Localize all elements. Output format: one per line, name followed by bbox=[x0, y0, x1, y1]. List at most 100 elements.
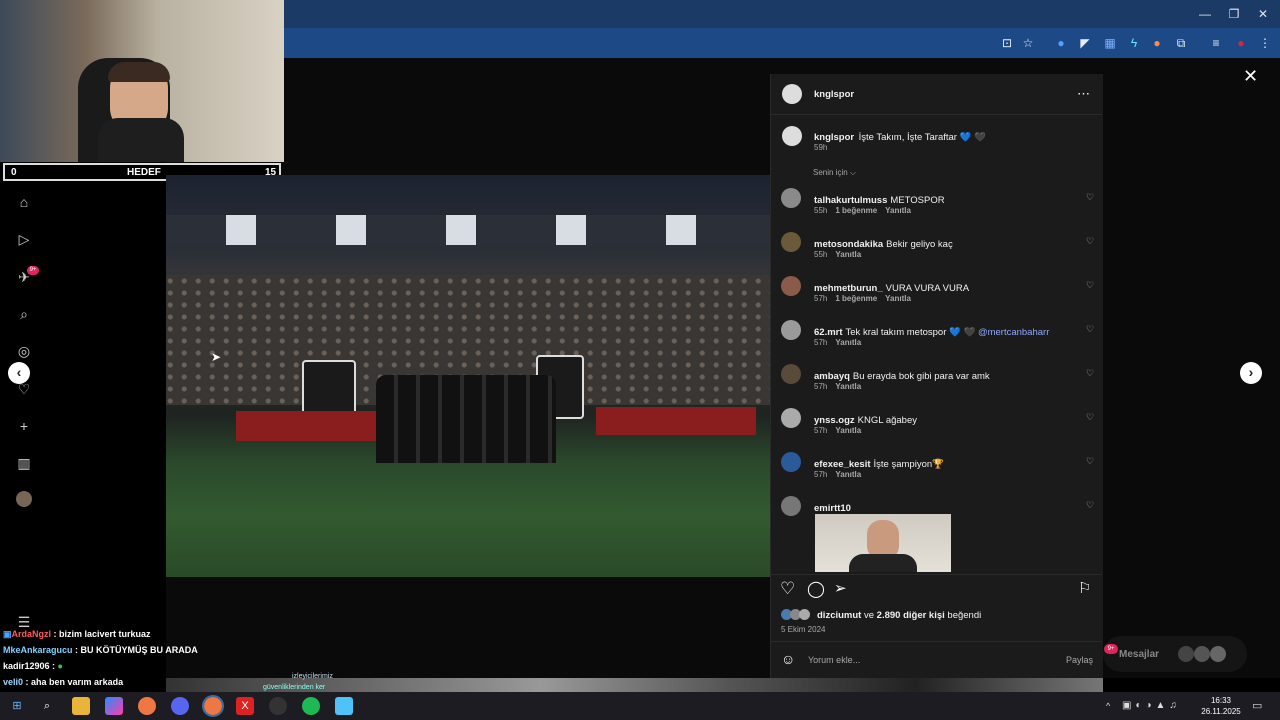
emoji-icon[interactable]: ☺ bbox=[781, 651, 795, 667]
previous-post-arrow[interactable]: ‹ bbox=[8, 362, 30, 384]
profile-icon[interactable]: ● bbox=[1232, 34, 1250, 52]
commenter-avatar[interactable] bbox=[781, 320, 801, 340]
commenter-avatar[interactable] bbox=[781, 232, 801, 252]
chat-emote-icon: ● bbox=[57, 661, 63, 671]
save-icon[interactable]: ⚐ bbox=[1078, 579, 1091, 597]
comment-like-icon[interactable]: ♡ bbox=[1086, 280, 1094, 291]
search-icon[interactable]: ⌕ bbox=[14, 304, 34, 324]
file-explorer-icon[interactable] bbox=[72, 697, 90, 715]
comment-username[interactable]: metosondakika bbox=[814, 239, 883, 250]
comment-like-icon[interactable]: ♡ bbox=[1086, 236, 1094, 247]
comment-like-icon[interactable]: ♡ bbox=[1086, 500, 1094, 511]
ad-board bbox=[596, 407, 756, 435]
comment-likes[interactable]: 1 beğenme bbox=[835, 294, 877, 303]
comment-username[interactable]: mehmetburun_ bbox=[814, 283, 883, 294]
home-icon[interactable]: ⌂ bbox=[14, 192, 34, 212]
comment-username[interactable]: talhakurtulmuss bbox=[814, 195, 887, 206]
extension-icon[interactable]: ● bbox=[1052, 34, 1070, 52]
author-username[interactable]: knglspor bbox=[814, 89, 854, 100]
comment-image[interactable] bbox=[815, 514, 951, 572]
comment-input[interactable]: Yorum ekle... bbox=[808, 655, 860, 665]
caption-username[interactable]: knglspor bbox=[814, 132, 854, 143]
search-icon[interactable]: ⌕ bbox=[38, 697, 56, 715]
comment-like-icon[interactable]: ♡ bbox=[1086, 456, 1094, 467]
commenter-avatar[interactable] bbox=[781, 188, 801, 208]
menu-dots-icon[interactable]: ⋮ bbox=[1256, 34, 1274, 52]
reels-icon[interactable]: ▷ bbox=[14, 229, 34, 249]
profile-avatar[interactable] bbox=[16, 491, 32, 507]
bookmark-star-icon[interactable]: ☆ bbox=[1019, 34, 1037, 52]
comment-username[interactable]: ambayq bbox=[814, 371, 850, 382]
app-icon[interactable] bbox=[335, 697, 353, 715]
comment-mention[interactable]: @mertcanbaharr bbox=[978, 327, 1049, 338]
comment-like-icon[interactable]: ♡ bbox=[1086, 324, 1094, 335]
reply-button[interactable]: Yanıtla bbox=[885, 206, 911, 215]
comment-time: 55h bbox=[814, 250, 828, 259]
commenter-avatar[interactable] bbox=[781, 276, 801, 296]
message-avatar bbox=[1194, 646, 1210, 662]
reply-button[interactable]: Yanıtla bbox=[835, 470, 861, 479]
commenter-avatar[interactable] bbox=[781, 452, 801, 472]
extensions-puzzle-icon[interactable]: ⧉ bbox=[1172, 34, 1190, 52]
tray-icons[interactable]: ▣◐◑▲♫ bbox=[1122, 700, 1181, 711]
comment-text: Tek kral takım metospor 💙 🖤 bbox=[845, 327, 978, 338]
minimize-button[interactable]: — bbox=[1190, 4, 1220, 24]
comment-like-icon[interactable]: ♡ bbox=[1086, 412, 1094, 423]
explore-icon[interactable]: ◎ bbox=[14, 341, 34, 361]
comment-icon[interactable]: ◯ bbox=[807, 579, 825, 599]
reply-button[interactable]: Yanıtla bbox=[835, 250, 861, 259]
notification-badge: 9+ bbox=[27, 266, 39, 275]
copilot-icon[interactable] bbox=[105, 697, 123, 715]
commenter-avatar[interactable] bbox=[781, 408, 801, 428]
close-window-button[interactable]: ✕ bbox=[1248, 4, 1278, 24]
comment-meta: 55h 1 beğenme Yanıtla bbox=[814, 206, 919, 215]
clock-time[interactable]: 16:33 bbox=[1206, 696, 1236, 705]
dashboard-icon[interactable]: ▥ bbox=[14, 453, 34, 473]
tray-chevron-icon[interactable]: ^ bbox=[1106, 701, 1110, 711]
share-icon[interactable]: ➢ bbox=[834, 579, 847, 597]
obs-icon[interactable] bbox=[269, 697, 287, 715]
comment-like-icon[interactable]: ♡ bbox=[1086, 192, 1094, 203]
extension-icon[interactable]: ▦ bbox=[1101, 34, 1119, 52]
comment-username[interactable]: efexee_kesit bbox=[814, 459, 871, 470]
notification-center-icon[interactable]: ▭ bbox=[1252, 699, 1262, 712]
comment-username[interactable]: 62.mrt bbox=[814, 327, 843, 338]
comment-username[interactable]: emirtt10 bbox=[814, 503, 851, 514]
chrome-icon[interactable] bbox=[138, 697, 156, 715]
extension-icon[interactable]: ◤ bbox=[1076, 34, 1094, 52]
liked-by-text[interactable]: dizciumut ve 2.890 diğer kişi beğendi bbox=[817, 610, 981, 621]
comment-sort-dropdown[interactable]: Senin için ⌵ bbox=[813, 168, 856, 178]
comment-likes[interactable]: 1 beğenme bbox=[835, 206, 877, 215]
more-options-icon[interactable]: ⋯ bbox=[1077, 86, 1090, 102]
comment-username[interactable]: ynss.ogz bbox=[814, 415, 855, 426]
spotify-icon[interactable] bbox=[302, 697, 320, 715]
liked-by-user[interactable]: dizciumut bbox=[817, 610, 861, 621]
start-icon[interactable]: ⊞ bbox=[8, 697, 26, 715]
share-comment-button[interactable]: Paylaş bbox=[1066, 655, 1093, 665]
create-icon[interactable]: + bbox=[14, 416, 34, 436]
commenter-avatar[interactable] bbox=[781, 364, 801, 384]
clock-date[interactable]: 26.11.2025 bbox=[1198, 707, 1244, 716]
chrome-active-icon[interactable] bbox=[202, 695, 224, 717]
like-icon[interactable]: ♡ bbox=[780, 579, 795, 599]
reply-button[interactable]: Yanıtla bbox=[835, 426, 861, 435]
stadium-lights bbox=[166, 215, 770, 245]
next-post-arrow[interactable]: › bbox=[1240, 362, 1262, 384]
reply-button[interactable]: Yanıtla bbox=[835, 382, 861, 391]
discord-icon[interactable] bbox=[171, 697, 189, 715]
liked-by-count[interactable]: 2.890 diğer kişi bbox=[877, 610, 945, 621]
reply-button[interactable]: Yanıtla bbox=[835, 338, 861, 347]
commenter-avatar[interactable] bbox=[781, 496, 801, 516]
comment-like-icon[interactable]: ♡ bbox=[1086, 368, 1094, 379]
install-icon[interactable]: ⊡ bbox=[998, 34, 1016, 52]
author-avatar[interactable] bbox=[782, 84, 802, 104]
reply-button[interactable]: Yanıtla bbox=[885, 294, 911, 303]
media-controls-icon[interactable]: ≡ bbox=[1207, 34, 1225, 52]
caption-avatar[interactable] bbox=[782, 126, 802, 146]
messages-label[interactable]: Mesajlar bbox=[1119, 649, 1159, 660]
xsplit-icon[interactable]: X bbox=[236, 697, 254, 715]
extension-icon[interactable]: ϟ bbox=[1125, 34, 1143, 52]
close-icon[interactable]: ✕ bbox=[1243, 66, 1258, 87]
extension-icon[interactable]: ● bbox=[1148, 34, 1166, 52]
restore-button[interactable]: ❐ bbox=[1219, 4, 1249, 24]
